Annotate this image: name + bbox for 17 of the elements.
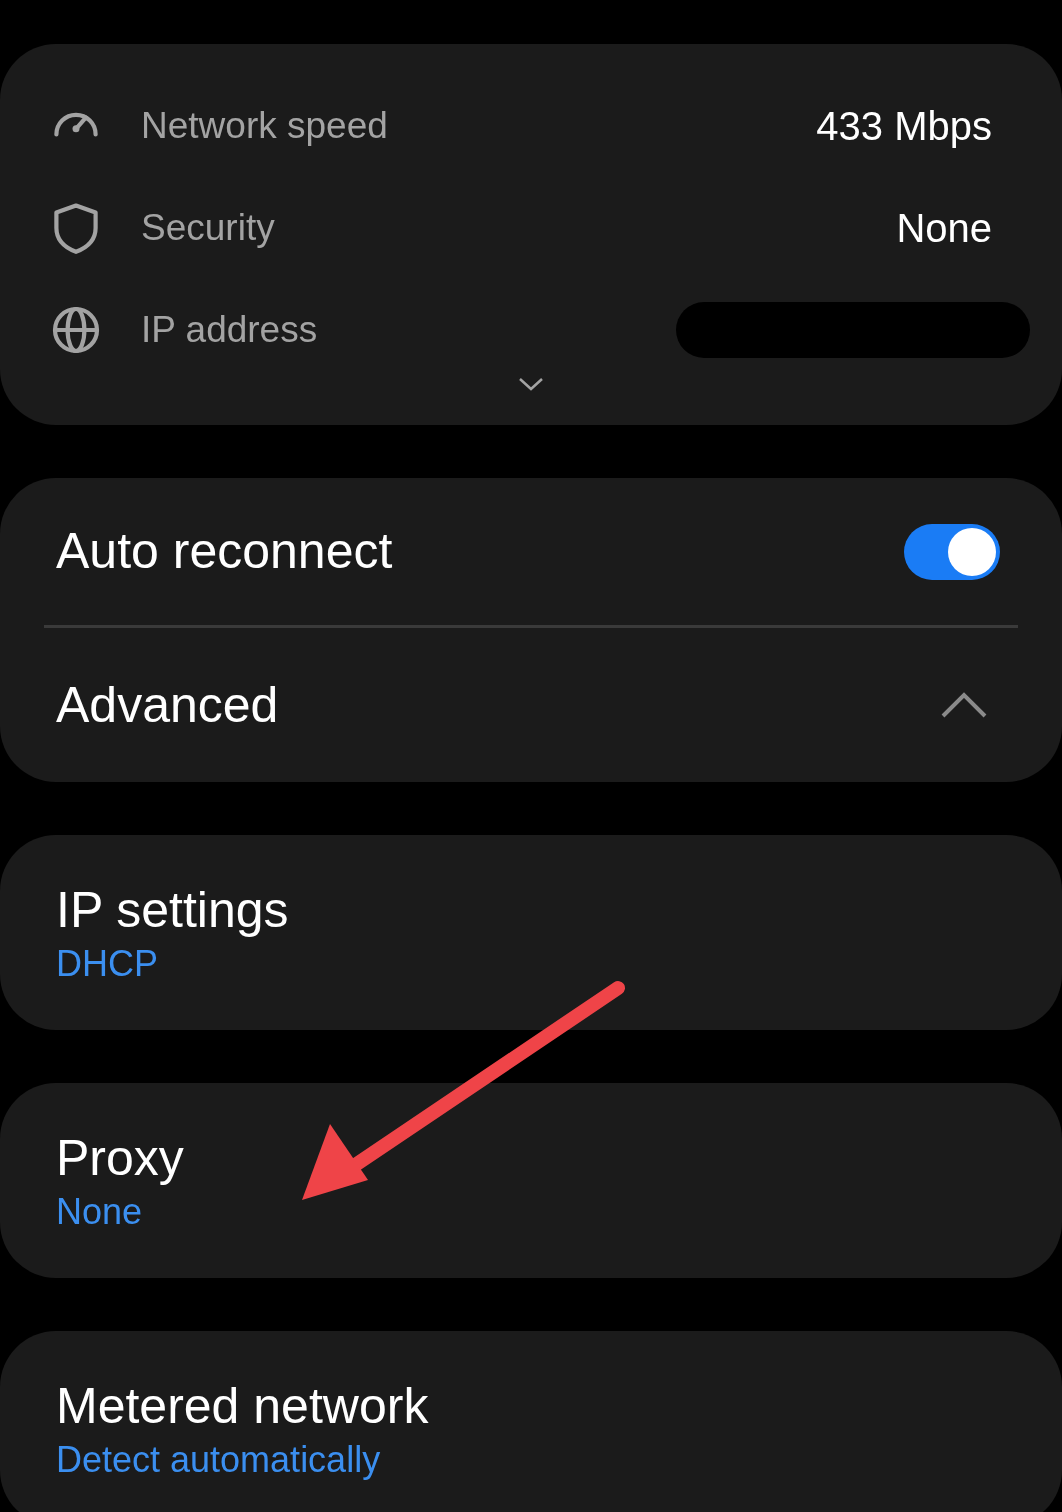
setting-item[interactable]: Proxy None [0,1083,1062,1278]
chevron-up-icon[interactable] [940,691,988,719]
detail-value: 433 Mbps [816,103,992,150]
setting-value: None [56,1189,144,1234]
detail-label: Network speed [141,104,388,149]
setting-title: Advanced [56,675,279,735]
setting-value: Detect automatically [56,1437,382,1482]
setting-value: DHCP [56,941,159,986]
setting-item[interactable]: Metered network Detect automatically [0,1331,1062,1512]
detail-label: IP address [141,308,318,353]
setting-item[interactable]: IP settings DHCP [0,835,1062,1030]
detail-label: Security [141,206,275,251]
setting-title: Metered network [56,1376,430,1436]
detail-value: None [896,205,992,252]
setting-title: Proxy [56,1128,185,1188]
setting-title: Auto reconnect [56,522,393,581]
setting-title: IP settings [56,880,290,940]
